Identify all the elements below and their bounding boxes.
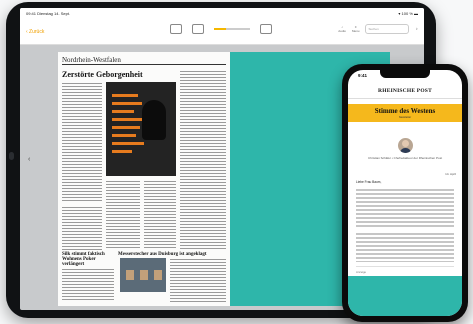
back-button[interactable]: ‹ Zurück — [26, 29, 44, 35]
double-page-icon[interactable] — [260, 24, 272, 34]
toolbar-right: ♪ Audio ≡ Menu Suchen ⇪ — [338, 24, 418, 34]
photo-bar — [112, 94, 138, 97]
photo-window — [154, 270, 162, 280]
burglar-silhouette — [142, 100, 166, 140]
photo-bar — [112, 150, 132, 153]
status-time: 09:41 Dienstag 14. Sept. — [26, 11, 71, 16]
lead-headline: Zerstörte Geborgenheit — [62, 70, 143, 79]
article-column — [62, 206, 102, 250]
newsletter-subtitle: Newsletter — [398, 116, 412, 119]
avatar-body — [400, 148, 411, 153]
photo-bar — [112, 126, 140, 129]
brand-logo: RHEINISCHE POST — [378, 88, 432, 94]
photo-window — [126, 270, 134, 280]
newspaper-page[interactable]: Nordrhein-Westfalen Zerstörte Geborgenhe… — [58, 52, 230, 306]
lead-photo — [106, 82, 176, 176]
photo-bar — [112, 102, 142, 105]
battery-indicator: ▾ 100 % ▬ — [398, 11, 418, 16]
menu-label: Menu — [351, 29, 360, 33]
header-rule — [62, 64, 226, 65]
article-column — [170, 258, 226, 302]
ad-block[interactable] — [348, 276, 462, 316]
audio-label: Audio — [338, 29, 346, 33]
newsletter-date: 14. April — [445, 172, 456, 176]
photo-bar — [112, 118, 146, 121]
phone-device: 9:41 RHEINISCHE POST Stimme des Westens … — [342, 64, 468, 322]
photo-bar — [112, 110, 134, 113]
page-slider[interactable] — [214, 28, 250, 30]
page-overview-icon[interactable] — [170, 24, 182, 34]
share-icon[interactable]: ⇪ — [415, 27, 418, 31]
ad-divider — [356, 266, 454, 267]
article-column — [62, 268, 114, 302]
tablet-side-button — [9, 152, 14, 160]
previous-page-chevron-icon[interactable]: ‹ — [28, 156, 30, 163]
photo-window — [140, 270, 148, 280]
section-title: Nordrhein-Westfalen — [62, 56, 121, 64]
newsletter-title: Stimme des Westens — [374, 107, 436, 115]
header-divider — [348, 98, 462, 99]
author-caption: Christian Schäfer • Chefredakteur der Rh… — [367, 156, 443, 160]
photo-bar — [112, 134, 136, 137]
author-avatar — [398, 138, 413, 153]
page-slider-fill — [214, 28, 226, 30]
phone-notch — [380, 70, 430, 78]
secondary-headline: Silk stimmt faktisch Wohnens Poker verlä… — [62, 252, 105, 267]
phone-status-time: 9:41 — [358, 73, 368, 78]
single-page-icon[interactable] — [192, 24, 204, 34]
body-paragraph — [356, 188, 454, 228]
photo-bar — [112, 142, 144, 145]
avatar-head — [402, 140, 409, 147]
secondary-photo — [120, 258, 166, 292]
search-input[interactable]: Suchen — [365, 24, 410, 34]
article-column — [62, 82, 102, 202]
ad-label: Anzeige — [356, 270, 367, 274]
greeting: Liebe Frau Baum, — [356, 180, 382, 184]
secondary-headline: Messerstecher aus Duisburg ist angeklagt — [118, 252, 207, 257]
phone-screen: 9:41 RHEINISCHE POST Stimme des Westens … — [348, 70, 462, 316]
epaper-toolbar: ‹ Zurück ♪ Audio ≡ Menu Suchen ⇪ — [20, 20, 424, 45]
audio-button[interactable]: ♪ Audio — [338, 25, 346, 33]
toolbar-center — [170, 24, 272, 34]
tablet-status-bar: 09:41 Dienstag 14. Sept. ▾ 100 % ▬ — [20, 8, 424, 20]
article-column — [106, 180, 140, 250]
menu-button[interactable]: ≡ Menu — [352, 25, 360, 33]
body-paragraph — [356, 232, 454, 262]
article-column — [144, 180, 176, 250]
article-column — [180, 70, 226, 250]
newsletter-banner: Stimme des Westens Newsletter — [348, 104, 462, 122]
